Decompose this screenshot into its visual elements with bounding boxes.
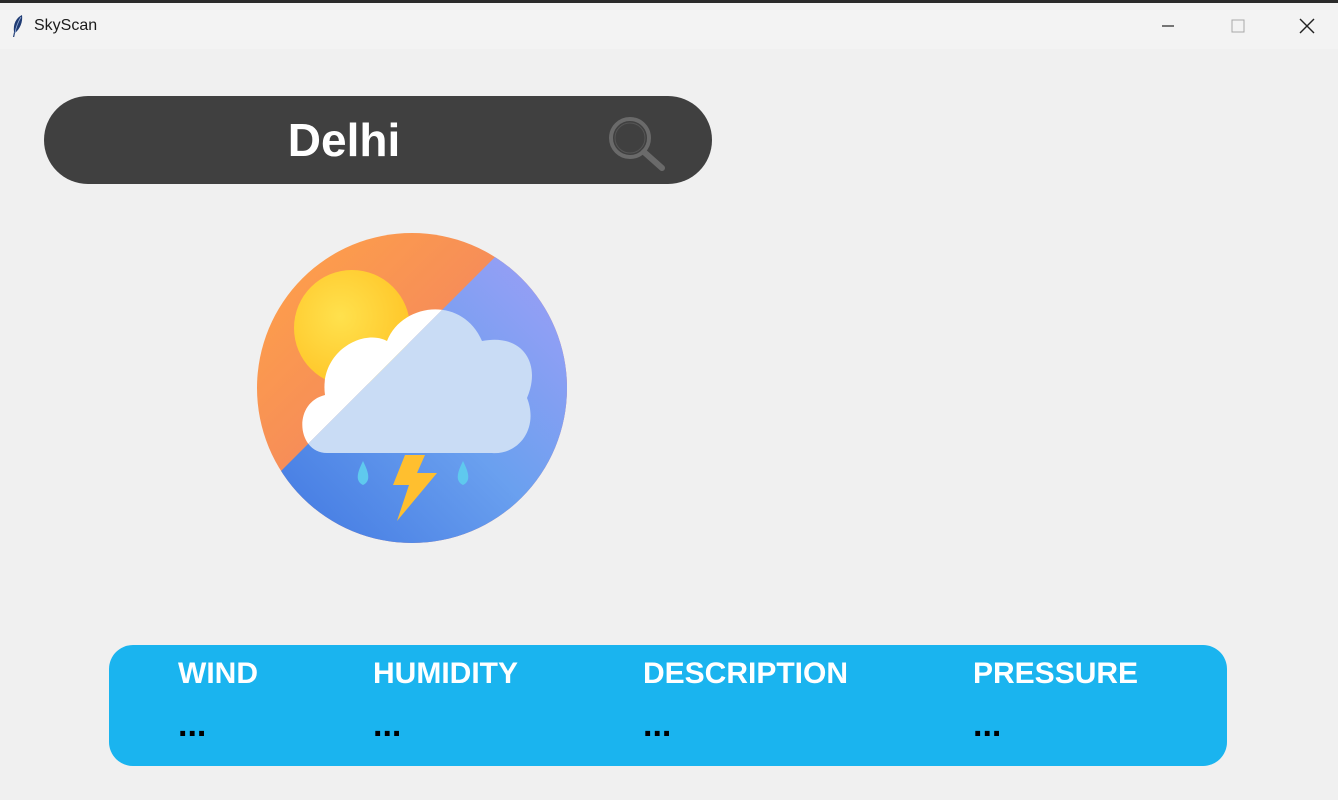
feather-icon: [13, 15, 23, 37]
weather-info-panel: WIND ... HUMIDITY ... DESCRIPTION ... PR…: [109, 645, 1227, 766]
thunderstorm-icon: [257, 233, 567, 543]
close-icon: [1299, 18, 1315, 34]
search-button[interactable]: [604, 112, 674, 172]
humidity-label: HUMIDITY: [373, 657, 518, 690]
maximize-icon: [1231, 19, 1245, 33]
wind-value: ...: [178, 706, 207, 744]
maximize-button[interactable]: [1203, 3, 1273, 49]
app-window: SkyScan Delhi WIND ... HUMIDITY ... DESC…: [0, 3, 1338, 800]
pressure-label: PRESSURE: [973, 657, 1139, 690]
minimize-button[interactable]: [1133, 3, 1203, 49]
pressure-value: ...: [973, 706, 1002, 744]
description-value: ...: [643, 706, 672, 744]
close-button[interactable]: [1272, 3, 1338, 49]
search-icon: [609, 117, 665, 171]
wind-label: WIND: [178, 657, 258, 690]
title-bar: SkyScan: [0, 3, 1338, 49]
window-title: SkyScan: [34, 17, 98, 34]
city-search-input[interactable]: [164, 110, 524, 170]
humidity-value: ...: [373, 706, 402, 744]
description-label: DESCRIPTION: [643, 657, 849, 690]
minimize-icon: [1162, 25, 1174, 27]
search-bar: [44, 96, 712, 184]
